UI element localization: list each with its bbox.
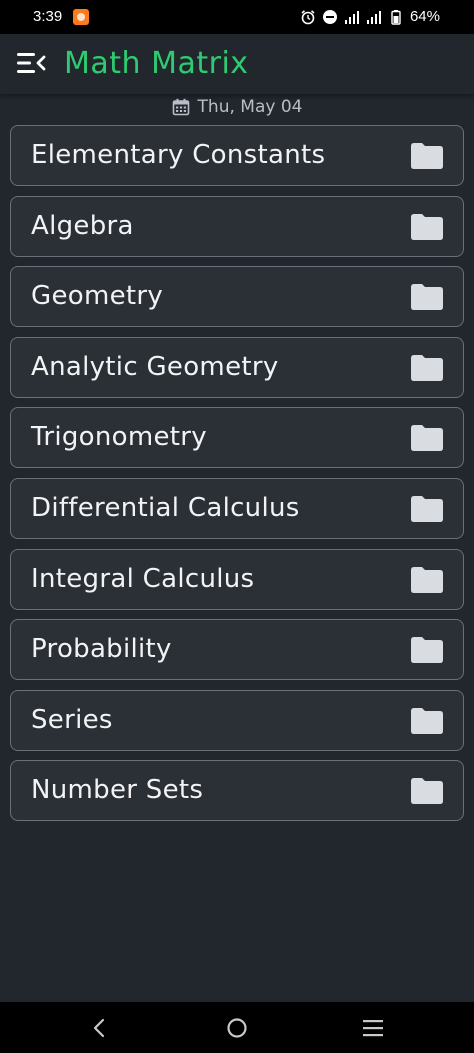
topic-item-elementary-constants[interactable]: Elementary Constants [10,125,464,186]
topic-item-differential-calculus[interactable]: Differential Calculus [10,477,464,539]
date-text: Thu, May 04 [197,97,303,117]
topic-item-trigonometry[interactable]: Trigonometry [10,407,464,469]
folder-icon [411,425,443,452]
app-notification-icon [73,9,89,25]
app-bar: Math Matrix [0,34,474,94]
alarm-icon [301,9,315,24]
folder-icon [411,284,443,311]
topic-label: Geometry [31,281,164,312]
do-not-disturb-icon [322,9,337,24]
folder-icon [411,495,443,522]
topic-label: Algebra [31,210,134,241]
battery-percent: 64% [409,8,440,25]
system-nav-bar [0,1002,474,1053]
topic-label: Analytic Geometry [31,351,279,382]
topic-list: Elementary Constants Algebra Geometry An… [10,125,464,831]
folder-icon [411,637,443,664]
topic-label: Series [31,704,113,735]
topic-item-analytic-geometry[interactable]: Analytic Geometry [10,336,464,398]
topic-item-geometry[interactable]: Geometry [10,266,464,328]
date-row: Thu, May 04 [0,94,474,120]
topic-item-integral-calculus[interactable]: Integral Calculus [10,548,464,610]
back-icon[interactable] [88,1016,112,1040]
topic-item-algebra[interactable]: Algebra [10,195,464,257]
app-title: Math Matrix [64,46,249,81]
topic-label: Number Sets [31,775,204,806]
signal-icon [344,10,359,24]
home-icon[interactable] [225,1016,249,1040]
topic-label: Trigonometry [31,422,207,453]
topic-item-series[interactable]: Series [10,689,464,751]
status-icons: 64% [300,8,440,25]
folder-icon [411,143,443,169]
topic-item-number-sets[interactable]: Number Sets [10,760,464,822]
battery-icon [391,9,401,25]
menu-open-icon[interactable] [16,51,46,75]
folder-icon [411,213,443,240]
folder-icon [411,354,443,381]
status-bar: 3:39 64% [0,0,474,34]
topic-label: Differential Calculus [31,492,300,523]
folder-icon [411,566,443,593]
folder-icon [411,778,443,805]
calendar-icon [172,98,189,116]
signal-icon-2 [366,10,381,24]
topic-label: Probability [31,634,172,665]
recents-icon[interactable] [361,1016,385,1040]
folder-icon [411,707,443,734]
topic-item-probability[interactable]: Probability [10,619,464,681]
status-time: 3:39 [33,8,63,25]
topic-label: Integral Calculus [31,563,255,594]
topic-label: Elementary Constants [31,140,326,170]
